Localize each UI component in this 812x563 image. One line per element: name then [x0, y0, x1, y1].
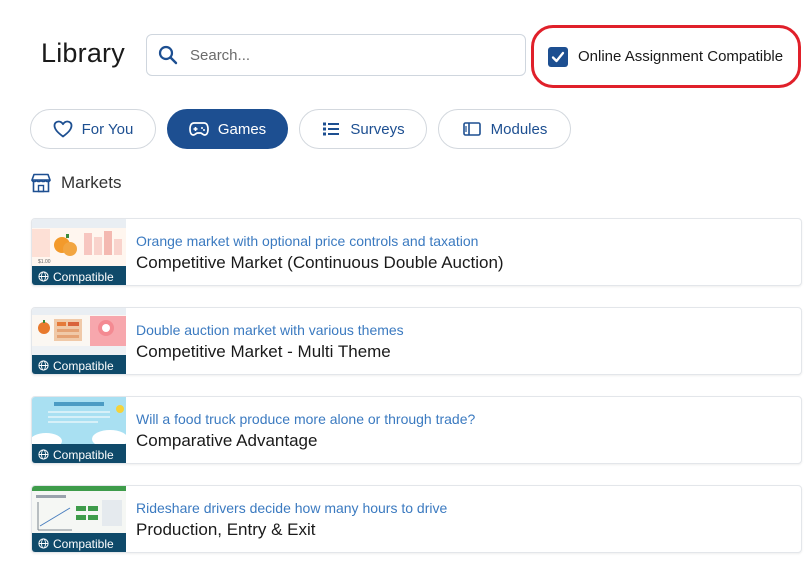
filter-label: Online Assignment Compatible: [578, 48, 784, 65]
globe-icon: [38, 360, 49, 371]
tab-label: Modules: [490, 120, 548, 138]
item-subtitle[interactable]: Rideshare drivers decide how many hours …: [136, 500, 447, 516]
badge-label: Compatible: [53, 447, 114, 462]
list-item[interactable]: $1.00 Compatible Orange market with opti…: [31, 218, 802, 286]
online-assignment-filter[interactable]: Online Assignment Compatible: [531, 25, 801, 88]
badge-label: Compatible: [53, 269, 114, 284]
tab-label: For You: [81, 120, 134, 138]
tab-label: Surveys: [350, 120, 405, 138]
store-icon: [30, 172, 52, 194]
globe-icon: [38, 449, 49, 460]
item-subtitle[interactable]: Double auction market with various theme…: [136, 322, 404, 338]
section-header-markets: Markets: [30, 170, 121, 196]
item-subtitle[interactable]: Orange market with optional price contro…: [136, 233, 478, 249]
section-label: Markets: [61, 173, 122, 192]
filter-checkbox[interactable]: [548, 46, 568, 67]
checkmark-icon: [551, 51, 565, 62]
tab-for-you[interactable]: For You: [30, 109, 156, 149]
badge-label: Compatible: [53, 536, 114, 551]
compatible-badge: Compatible: [32, 266, 126, 285]
item-thumbnail: Compatible: [32, 308, 126, 374]
item-title[interactable]: Comparative Advantage: [136, 431, 317, 451]
compatible-badge: Compatible: [32, 444, 126, 463]
item-thumbnail: Compatible: [32, 397, 126, 463]
heart-icon: [53, 119, 73, 139]
tab-games[interactable]: Games: [167, 109, 288, 149]
page-title: Library: [41, 38, 125, 68]
search-icon: [156, 43, 180, 67]
search-input[interactable]: [190, 46, 490, 64]
item-thumbnail: Compatible: [32, 486, 126, 552]
compatible-badge: Compatible: [32, 355, 126, 374]
item-title[interactable]: Production, Entry & Exit: [136, 520, 316, 540]
item-subtitle[interactable]: Will a food truck produce more alone or …: [136, 411, 475, 427]
item-title[interactable]: Competitive Market - Multi Theme: [136, 342, 391, 362]
badge-label: Compatible: [53, 358, 114, 373]
item-title[interactable]: Competitive Market (Continuous Double Au…: [136, 253, 504, 273]
gamepad-icon: [188, 119, 209, 139]
globe-icon: [38, 538, 49, 549]
svg-text:$1.00: $1.00: [38, 259, 51, 265]
list-item[interactable]: Compatible Double auction market with va…: [31, 307, 802, 375]
module-icon: [462, 119, 482, 139]
list-item[interactable]: Compatible Will a food truck produce mor…: [31, 396, 802, 464]
item-thumbnail: $1.00 Compatible: [32, 219, 126, 285]
list-item[interactable]: Compatible Rideshare drivers decide how …: [31, 485, 802, 553]
list-icon: [321, 119, 341, 139]
tab-label: Games: [217, 120, 267, 138]
globe-icon: [38, 271, 49, 282]
compatible-badge: Compatible: [32, 533, 126, 552]
tab-modules[interactable]: Modules: [438, 109, 571, 149]
search-box[interactable]: [146, 34, 526, 76]
tab-surveys[interactable]: Surveys: [299, 109, 427, 149]
